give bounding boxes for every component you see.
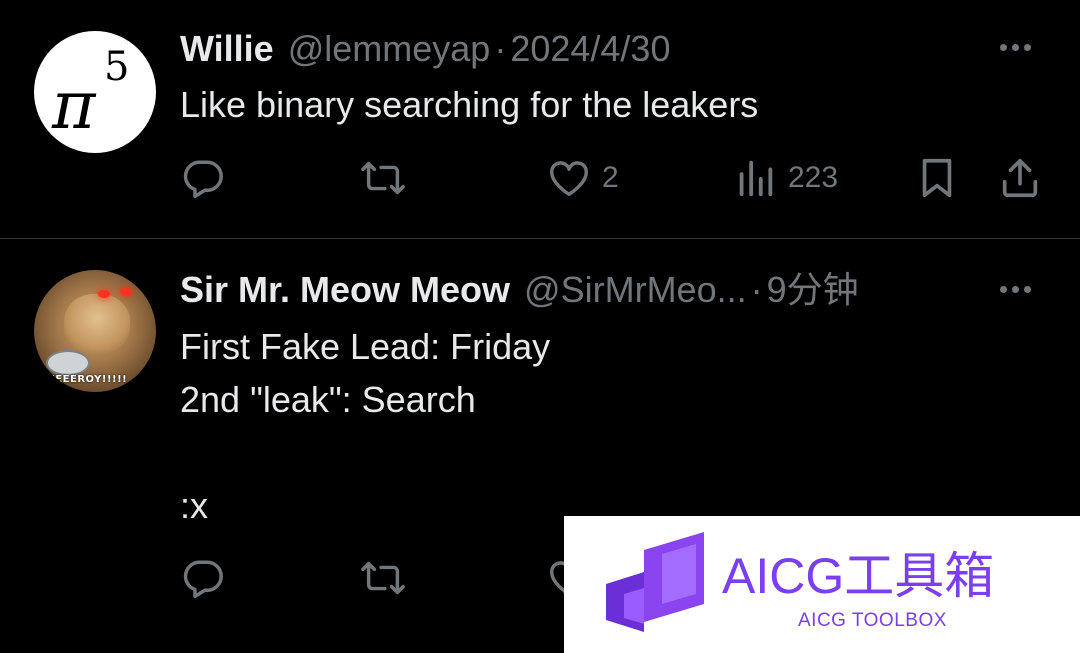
avatar-cat-eye: [98, 290, 110, 298]
heart-icon: [550, 161, 588, 197]
more-icon[interactable]: [1000, 280, 1040, 300]
retweet-button[interactable]: [360, 555, 406, 601]
tweet-divider: [0, 238, 1080, 239]
share-icon: [1002, 158, 1038, 198]
aicg-logo-icon: [606, 532, 704, 632]
share-button[interactable]: [997, 155, 1043, 201]
display-name[interactable]: Sir Mr. Meow Meow: [180, 269, 510, 310]
avatar[interactable]: FEEEROY!!!!!: [34, 270, 156, 392]
display-name[interactable]: Willie: [180, 28, 274, 69]
reply-button[interactable]: [180, 555, 226, 601]
avatar-pi-symbol: π: [52, 67, 96, 144]
avatar[interactable]: π 5: [34, 31, 156, 153]
bookmark-button[interactable]: [914, 155, 960, 201]
tweet-text: First Fake Lead: Friday 2nd "leak": Sear…: [180, 326, 551, 526]
separator-dot: ·: [750, 269, 763, 310]
retweet-button[interactable]: [360, 155, 406, 201]
user-handle[interactable]: @SirMrMeo...: [524, 269, 747, 310]
tweet-text: Like binary searching for the leakers: [180, 84, 759, 125]
tweet-willie[interactable]: π 5 Willie @lemmeyap · 2024/4/30 Like binar…: [0, 0, 1080, 238]
watermark-banner: AICG工具箱 AICG TOOLBOX: [564, 516, 1080, 653]
avatar-cat-bowl: [46, 350, 90, 376]
tweet-header: Willie @lemmeyap · 2024/4/30: [180, 27, 670, 71]
timestamp[interactable]: 9分钟: [767, 269, 859, 310]
watermark-subtitle: AICG TOOLBOX: [798, 610, 947, 631]
avatar-cat-eye: [120, 288, 132, 296]
bookmark-icon: [922, 158, 952, 198]
avatar-cat-face: [64, 294, 130, 354]
reply-button[interactable]: [180, 155, 226, 201]
views-icon: [739, 160, 773, 197]
user-handle[interactable]: @lemmeyap: [288, 28, 491, 69]
avatar-caption: FEEEROY!!!!!: [48, 374, 128, 385]
views-button[interactable]: 223: [732, 155, 838, 201]
reply-icon: [183, 160, 223, 199]
more-icon[interactable]: [1000, 38, 1040, 58]
like-count: 2: [602, 161, 619, 194]
tweet-header: Sir Mr. Meow Meow @SirMrMeo... · 9分钟: [180, 268, 859, 312]
timestamp[interactable]: 2024/4/30: [510, 28, 670, 69]
watermark-title: AICG工具箱: [722, 548, 995, 604]
view-count: 223: [788, 161, 839, 194]
reply-icon: [183, 560, 223, 599]
like-button[interactable]: 2: [546, 155, 619, 201]
retweet-icon: [361, 161, 405, 195]
separator-dot: ·: [494, 28, 507, 69]
retweet-icon: [361, 561, 405, 595]
avatar-exponent: 5: [104, 44, 130, 90]
